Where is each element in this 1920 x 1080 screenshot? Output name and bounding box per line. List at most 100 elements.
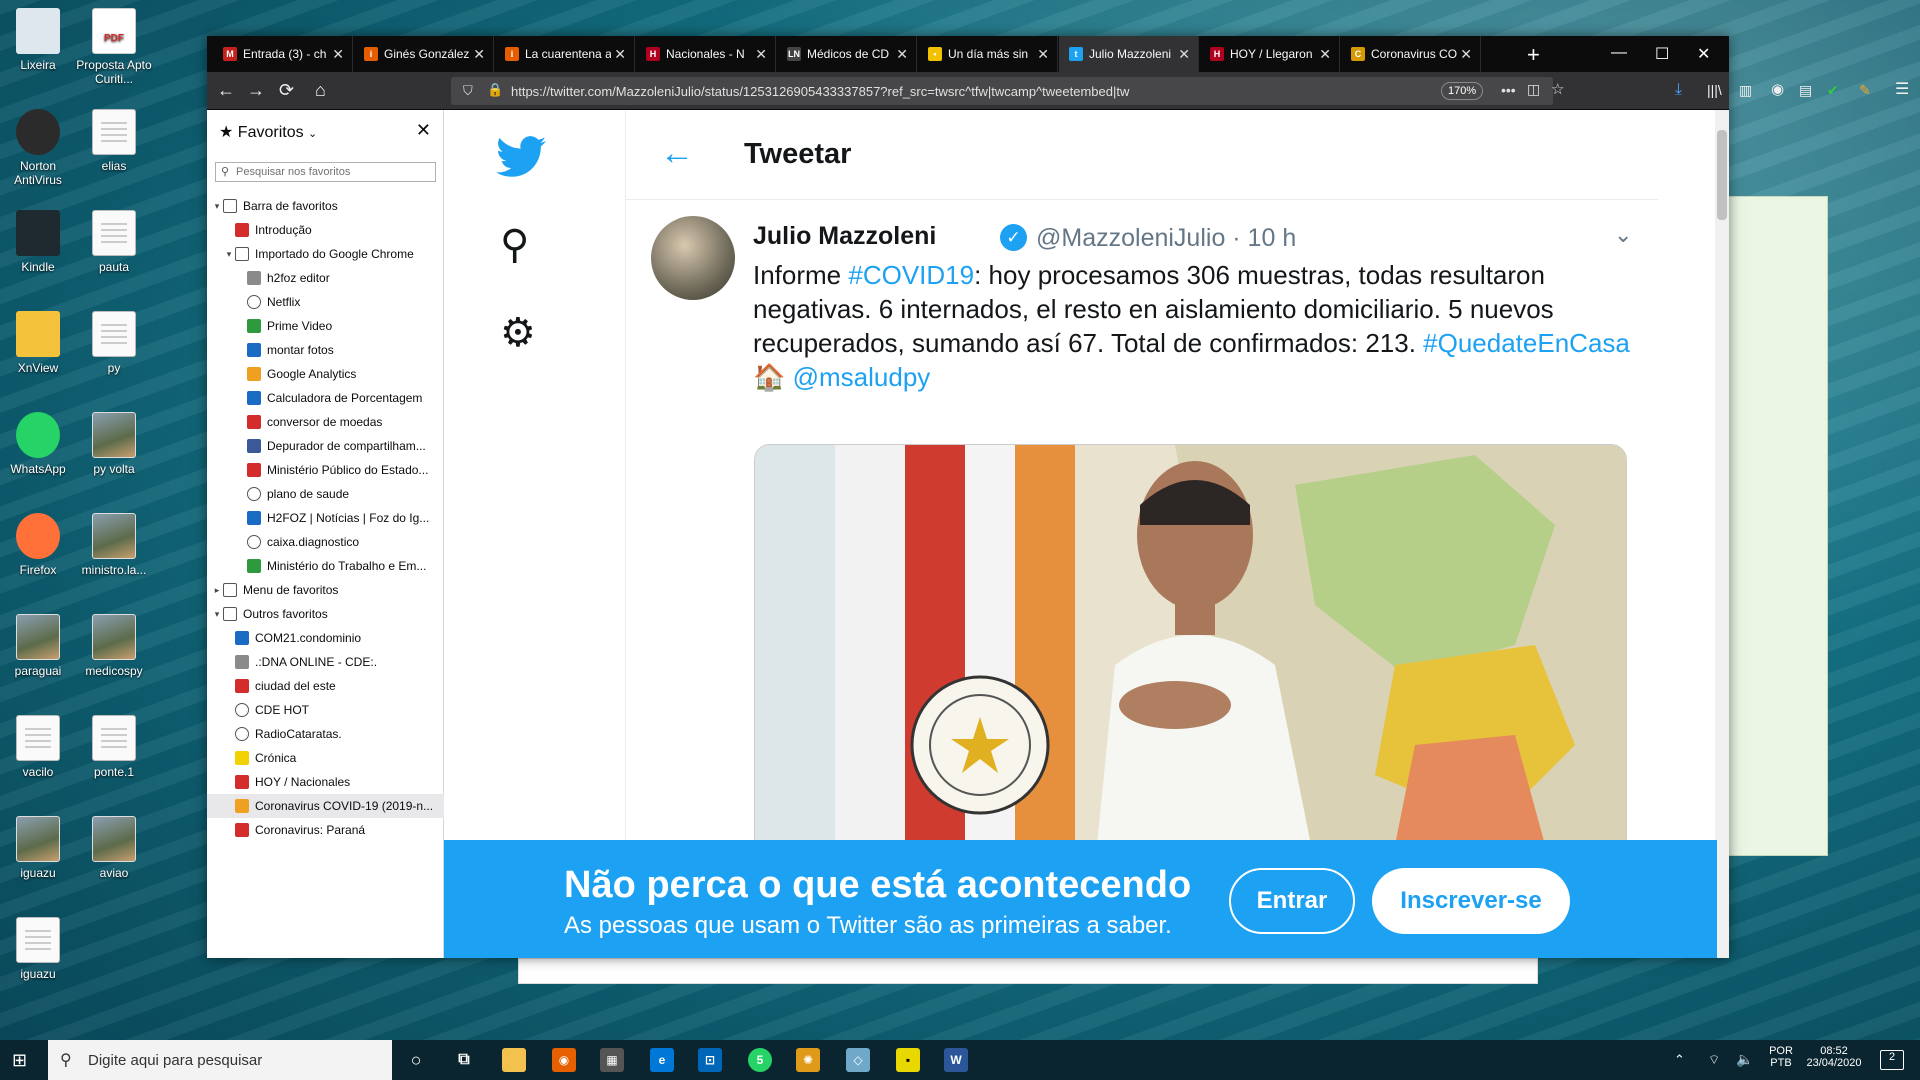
bookmark-item[interactable]: caixa.diagnostico	[207, 530, 444, 554]
url-bar[interactable]: ⛉ 🔒 https://twitter.com/MazzoleniJulio/s…	[451, 77, 1564, 105]
explore-search-icon[interactable]: ⚲	[500, 222, 529, 268]
desktop-icon[interactable]: medicospy	[76, 614, 152, 678]
reload-icon[interactable]: ⟳	[279, 80, 294, 100]
desktop-icon[interactable]: iguazu	[0, 816, 76, 880]
desktop-icon[interactable]: py	[76, 311, 152, 375]
bookmark-item[interactable]: Coronavirus: Paraná	[207, 818, 444, 842]
author-handle-time[interactable]: @MazzoleniJulio · 10 h	[1036, 224, 1296, 253]
bookmark-item[interactable]: Coronavirus COVID-19 (2019-n...	[207, 794, 444, 818]
twisty-icon[interactable]: ▾	[223, 249, 235, 260]
pocket-icon[interactable]: ◫	[1527, 81, 1540, 98]
language-indicator[interactable]: POR PTB	[1766, 1045, 1796, 1069]
page-scrollbar[interactable]	[1715, 110, 1729, 958]
close-tab-icon[interactable]: ✕	[1178, 46, 1190, 63]
sticky-notes-icon[interactable]: ▪	[896, 1048, 920, 1072]
login-button[interactable]: Entrar	[1229, 868, 1355, 934]
bookmark-item[interactable]: Ministério Público do Estado...	[207, 458, 444, 482]
close-tab-icon[interactable]: ✕	[1319, 46, 1331, 63]
bookmark-folder[interactable]: ▾ Barra de favoritos	[207, 194, 444, 218]
close-window-button[interactable]: ✕	[1697, 44, 1710, 64]
close-tab-icon[interactable]: ✕	[473, 46, 485, 63]
browser-tab[interactable]: H HOY / Llegaron ✕	[1200, 36, 1340, 72]
close-tab-icon[interactable]: ✕	[1037, 46, 1049, 63]
desktop-icon[interactable]: iguazu	[0, 917, 76, 981]
forward-icon[interactable]: →	[247, 80, 265, 100]
browser-tab[interactable]: i Ginés González ✕	[354, 36, 494, 72]
bookmark-item[interactable]: plano de saude	[207, 482, 444, 506]
bookmark-item[interactable]: HOY / Nacionales	[207, 770, 444, 794]
url-text[interactable]: https://twitter.com/MazzoleniJulio/statu…	[511, 84, 1191, 99]
bookmark-item[interactable]: CDE HOT	[207, 698, 444, 722]
desktop-icon[interactable]: aviao	[76, 816, 152, 880]
library-icon[interactable]: |||\	[1707, 80, 1722, 100]
desktop-icon[interactable]: Norton AntiVirus	[0, 109, 76, 187]
menu-icon[interactable]: ☰	[1895, 80, 1909, 100]
home-icon[interactable]: ⌂	[315, 80, 326, 100]
account-icon[interactable]: ◉	[1771, 80, 1784, 100]
bookmark-star-icon[interactable]: ☆	[1551, 80, 1564, 98]
volume-icon[interactable]: 🔈	[1736, 1051, 1753, 1068]
browser-tab[interactable]: C Coronavirus CO ✕	[1341, 36, 1481, 72]
minimize-button[interactable]: —	[1611, 44, 1627, 62]
tab-active[interactable]: t Julio Mazzoleni ✕	[1059, 36, 1199, 72]
edge-icon[interactable]: e	[650, 1048, 674, 1072]
bookmark-item[interactable]: Google Analytics	[207, 362, 444, 386]
zoom-level[interactable]: 170%	[1441, 82, 1484, 100]
bookmark-item[interactable]: H2FOZ | Notícias | Foz do Ig...	[207, 506, 444, 530]
bookmark-item[interactable]: Netflix	[207, 290, 444, 314]
whatsapp-taskbar-icon[interactable]: 5	[748, 1048, 772, 1072]
bookmark-item[interactable]: Ministério do Trabalho e Em...	[207, 554, 444, 578]
desktop-icon[interactable]: py volta	[76, 412, 152, 476]
twitter-logo-icon[interactable]	[496, 136, 546, 178]
network-icon[interactable]: ⌔	[1708, 1052, 1720, 1068]
desktop-icon[interactable]: elias	[76, 109, 152, 173]
desktop-icon[interactable]: PDF Proposta Apto Curiti...	[76, 8, 152, 86]
desktop-icon[interactable]: ponte.1	[76, 715, 152, 779]
desktop-icon[interactable]: vacilo	[0, 715, 76, 779]
browser-tab[interactable]: i La cuarentena a ✕	[495, 36, 635, 72]
desktop-icon[interactable]: WhatsApp	[0, 412, 76, 476]
lock-icon[interactable]: 🔒	[487, 82, 503, 98]
author-name[interactable]: Julio Mazzoleni	[753, 222, 936, 251]
close-tab-icon[interactable]: ✕	[1460, 46, 1472, 63]
page-actions-icon[interactable]: •••	[1501, 82, 1516, 98]
xnview-taskbar-icon[interactable]: ✺	[796, 1048, 820, 1072]
close-sidebar-button[interactable]: ✕	[416, 120, 431, 141]
bookmark-item[interactable]: .:DNA ONLINE - CDE:.	[207, 650, 444, 674]
store-icon[interactable]: ⊡	[698, 1048, 722, 1072]
calculator-icon[interactable]: ▦	[600, 1048, 624, 1072]
desktop-icon[interactable]: paraguai	[0, 614, 76, 678]
browser-tab[interactable]: M Entrada (3) - ch ✕	[213, 36, 353, 72]
tweet-options-chevron-icon[interactable]: ⌄	[1614, 222, 1632, 248]
tweet-link[interactable]: @msaludpy	[793, 362, 931, 392]
avatar[interactable]	[651, 216, 735, 300]
clock[interactable]: 08:52 23/04/2020	[1800, 1045, 1868, 1069]
firefox-taskbar-icon[interactable]: ◉	[552, 1048, 576, 1072]
close-tab-icon[interactable]: ✕	[332, 46, 344, 63]
notification-center-icon[interactable]: 2	[1880, 1050, 1904, 1070]
tweet-link[interactable]: #QuedateEnCasa	[1423, 328, 1630, 358]
browser-tab[interactable]: LN Médicos de CD ✕	[777, 36, 917, 72]
sidebar-toggle-icon[interactable]: ▥	[1739, 80, 1752, 100]
close-tab-icon[interactable]: ✕	[896, 46, 908, 63]
bookmark-item[interactable]: RadioCataratas.	[207, 722, 444, 746]
word-icon[interactable]: W	[944, 1048, 968, 1072]
bookmark-item[interactable]: COM21.condominio	[207, 626, 444, 650]
task-view-icon[interactable]: ⧉	[452, 1048, 476, 1072]
bookmark-item[interactable]: ciudad del este	[207, 674, 444, 698]
desktop-icon[interactable]: Firefox	[0, 513, 76, 577]
tweet-link[interactable]: #COVID19	[848, 260, 974, 290]
desktop-icon[interactable]: Lixeira	[0, 8, 76, 72]
signup-button[interactable]: Inscrever-se	[1372, 868, 1570, 934]
desktop-icon[interactable]: Kindle	[0, 210, 76, 274]
sidebar-header[interactable]: ★ Favoritos ⌄	[219, 122, 317, 142]
bookmark-folder[interactable]: ▾ Outros favoritos	[207, 602, 444, 626]
bookmark-item[interactable]: h2foz editor	[207, 266, 444, 290]
twisty-icon[interactable]: ▸	[211, 585, 223, 596]
file-explorer-icon[interactable]	[502, 1048, 526, 1072]
back-arrow-icon[interactable]: ←	[660, 134, 694, 173]
taskbar-search-input[interactable]: ⚲ Digite aqui para pesquisar	[48, 1040, 392, 1080]
tray-chevron-icon[interactable]: ⌃	[1674, 1052, 1685, 1068]
new-tab-button[interactable]: +	[1527, 42, 1540, 68]
bookmark-item[interactable]: Depurador de compartilham...	[207, 434, 444, 458]
